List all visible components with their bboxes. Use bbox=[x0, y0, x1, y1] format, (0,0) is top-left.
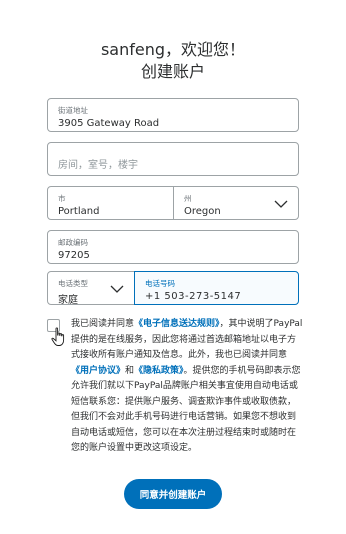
consent-text-part: 和 bbox=[125, 365, 135, 376]
phone-number-label: 电话号码 bbox=[145, 279, 175, 288]
city-label: 市 bbox=[58, 194, 66, 203]
city-value: Portland bbox=[58, 206, 100, 217]
phone-type-label: 电话类型 bbox=[58, 279, 88, 288]
agree-create-account-button[interactable]: 同意并创建账户 bbox=[124, 479, 222, 509]
hand-pointer-icon bbox=[51, 327, 65, 346]
page-title: 创建账户 bbox=[140, 62, 205, 81]
consent-text-part: 。提供您的手机号码即表示您允许我们就以下PayPal品牌账户相关事宜使用自动电话… bbox=[71, 365, 301, 454]
chevron-down-icon bbox=[274, 200, 288, 208]
zip-code-value: 97205 bbox=[58, 250, 90, 261]
phone-number-value: +1 503-273-5147 bbox=[145, 291, 242, 302]
city-field[interactable]: 市 Portland bbox=[47, 186, 174, 220]
apartment-field[interactable]: 房间，室号，楼宇 bbox=[47, 142, 299, 176]
consent-text: 我已阅读并同意《电子信息送达规则》，其中说明了PayPal提供的是在线服务，因此… bbox=[71, 317, 303, 457]
zip-code-field[interactable]: 邮政编码 97205 bbox=[47, 230, 299, 264]
state-select[interactable]: 州 Oregon bbox=[173, 186, 299, 220]
consent-text-part: 我已阅读并同意 bbox=[71, 319, 135, 329]
esign-rules-link[interactable]: 《电子信息送达规则》 bbox=[134, 319, 220, 329]
privacy-policy-link[interactable]: 《隐私政策》 bbox=[134, 366, 184, 376]
state-value: Oregon bbox=[184, 206, 221, 217]
phone-type-value: 家庭 bbox=[58, 295, 78, 306]
apartment-placeholder: 房间，室号，楼宇 bbox=[58, 160, 138, 171]
street-address-label: 街道地址 bbox=[58, 106, 88, 115]
street-address-value: 3905 Gateway Road bbox=[58, 118, 160, 129]
zip-code-label: 邮政编码 bbox=[58, 238, 88, 247]
phone-number-field[interactable]: 电话号码 +1 503-273-5147 bbox=[134, 271, 299, 305]
user-agreement-link[interactable]: 《用户协议》 bbox=[71, 366, 125, 376]
phone-type-select[interactable]: 电话类型 家庭 bbox=[47, 271, 135, 306]
street-address-field[interactable]: 街道地址 3905 Gateway Road bbox=[47, 98, 299, 132]
greeting-text: sanfeng，欢迎您！ bbox=[100, 40, 246, 59]
chevron-down-icon bbox=[110, 285, 124, 293]
state-label: 州 bbox=[184, 194, 192, 203]
